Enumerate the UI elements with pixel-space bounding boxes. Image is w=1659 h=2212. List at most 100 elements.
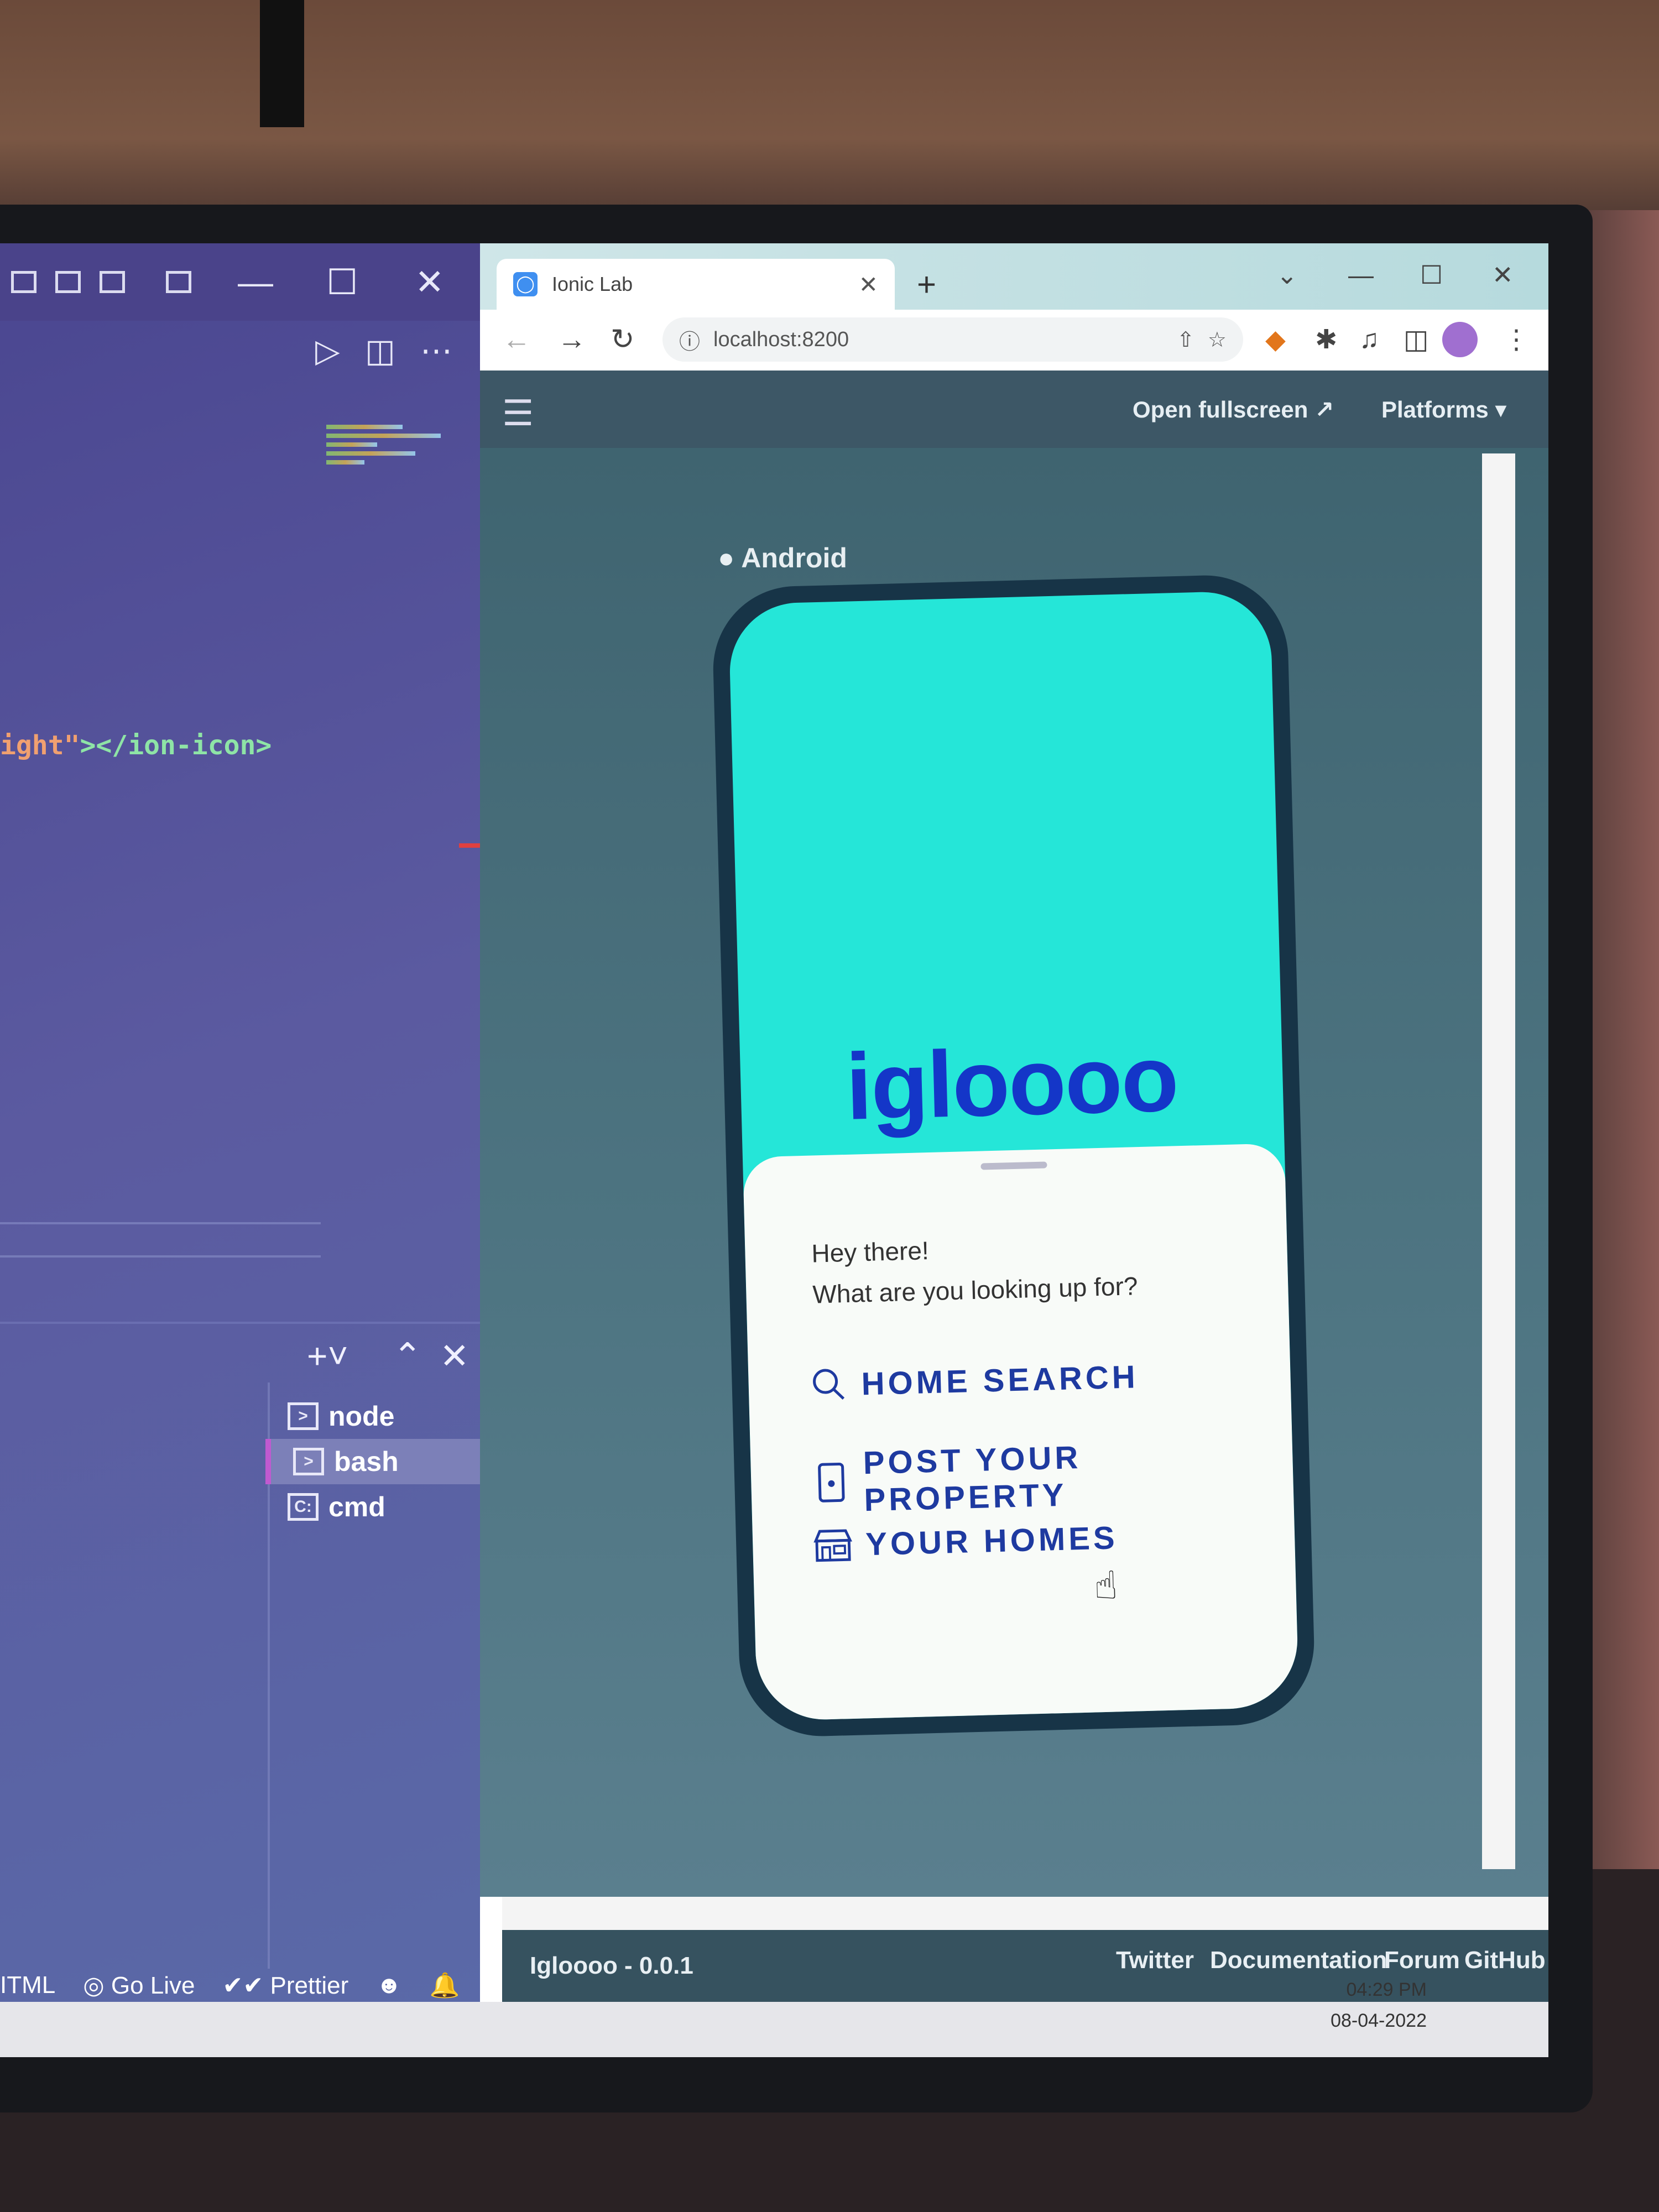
run-icon[interactable]: ▷ — [315, 332, 340, 369]
platform-label: ● Android — [718, 542, 847, 574]
terminal-label: node — [328, 1401, 395, 1432]
terminal-icon: > — [288, 1402, 319, 1430]
terminal-item-bash[interactable]: > bash — [265, 1439, 487, 1484]
feedback-icon[interactable]: ☻ — [376, 1971, 401, 1999]
post-property-button[interactable]: POST YOUR PROPERTY — [811, 1433, 1294, 1520]
language-mode[interactable]: ITML — [0, 1971, 55, 1999]
clock-time: 04:29 PM — [1346, 1979, 1427, 2000]
platform-name: Android — [741, 542, 847, 573]
close-panel-icon[interactable]: ✕ — [440, 1335, 469, 1377]
prettier-button[interactable]: ✔✔ Prettier — [223, 1971, 349, 2000]
media-control-icon[interactable]: ♫ — [1359, 324, 1379, 354]
tab-search-icon[interactable]: ⌄ — [1276, 260, 1298, 290]
terminal-list: > node > bash C: cmd — [265, 1394, 487, 1530]
os-taskbar — [0, 2002, 1548, 2057]
bottom-sheet: Hey there! What are you looking up for? … — [742, 1143, 1300, 1721]
hamburger-menu-icon[interactable]: ☰ — [502, 393, 534, 434]
go-live-button[interactable]: ◎ Go Live — [83, 1971, 195, 2000]
new-terminal-icon[interactable]: +˅ — [307, 1335, 348, 1376]
greeting: Hey there! What are you looking up for? — [811, 1224, 1139, 1314]
toggle-panel-icon[interactable] — [55, 271, 81, 293]
cmd-icon: C: — [288, 1493, 319, 1521]
split-editor-icon[interactable]: ◫ — [365, 332, 395, 369]
toggle-secondary-sidebar-icon[interactable] — [100, 271, 125, 293]
reload-icon[interactable]: ↻ — [611, 323, 635, 356]
caret-down-icon: ▾ — [1495, 397, 1507, 422]
back-icon[interactable]: ← — [502, 323, 531, 356]
app-version: Igloooo - 0.0.1 — [530, 1952, 693, 1979]
info-icon[interactable]: ⓘ — [679, 325, 700, 355]
panel-separator — [0, 1322, 487, 1324]
open-fullscreen-link[interactable]: Open fullscreen ↗ — [1133, 396, 1334, 423]
forward-icon[interactable]: → — [557, 323, 586, 356]
phone-icon — [811, 1462, 851, 1503]
taskbar-clock[interactable]: 04:29 PM 08-04-2022 — [1331, 1974, 1427, 2036]
home-search-button[interactable]: HOME SEARCH — [809, 1357, 1139, 1405]
browser-minimize-button[interactable]: — — [1348, 260, 1374, 290]
bookmark-star-icon[interactable]: ☆ — [1208, 327, 1227, 352]
app-title: igloooo — [844, 1026, 1179, 1140]
address-bar: ← → ↻ ⓘ localhost:8200 ⇧ ☆ ◆ ✱ ♫ ◫ ⋮ — [480, 310, 1548, 372]
background-wall — [0, 0, 1659, 232]
divider-line — [0, 1255, 321, 1258]
browser-close-button[interactable]: ✕ — [1492, 260, 1514, 290]
code-string: ight" — [0, 730, 80, 761]
open-fullscreen-label: Open fullscreen — [1133, 397, 1308, 422]
ionic-favicon-icon: ◯ — [513, 272, 538, 296]
browser-menu-icon[interactable]: ⋮ — [1503, 324, 1530, 355]
toggle-sidebar-icon[interactable] — [11, 271, 36, 293]
code-tag: ></ion-icon> — [80, 730, 272, 761]
side-panel-icon[interactable]: ◫ — [1404, 324, 1428, 355]
phone-screen: igloooo Hey there! What are you looking … — [728, 590, 1300, 1721]
post-property-label: POST YOUR PROPERTY — [862, 1439, 1082, 1519]
terminal-label: cmd — [328, 1491, 385, 1522]
profile-avatar[interactable] — [1442, 322, 1478, 357]
new-tab-button[interactable]: + — [917, 265, 936, 304]
browser-tab[interactable]: ◯ Ionic Lab ✕ — [497, 259, 895, 310]
footer-link-forum[interactable]: Forum — [1384, 1947, 1460, 1974]
platforms-label: Platforms — [1381, 397, 1489, 422]
tab-title: Ionic Lab — [552, 273, 633, 295]
footer-link-documentation[interactable]: Documentation — [1210, 1947, 1387, 1974]
phone-frame: igloooo Hey there! What are you looking … — [711, 573, 1317, 1739]
sheet-handle[interactable] — [980, 1161, 1047, 1170]
url-text: localhost:8200 — [713, 327, 849, 351]
search-icon — [809, 1365, 849, 1405]
terminal-item-cmd[interactable]: C: cmd — [265, 1484, 487, 1530]
maximize-button[interactable]: ☐ — [326, 260, 358, 304]
background-object — [260, 0, 304, 127]
platforms-dropdown[interactable]: Platforms ▾ — [1381, 396, 1506, 423]
browser-window: ◯ Ionic Lab ✕ + ⌄ — ☐ ✕ ← → ↻ ⓘ localhos… — [480, 243, 1548, 2002]
hand-cursor-icon: ☝ — [1093, 1563, 1119, 1608]
extensions-puzzle-icon[interactable]: ✱ — [1315, 324, 1337, 355]
more-actions-icon[interactable]: ⋯ — [420, 332, 452, 369]
browser-maximize-button[interactable]: ☐ — [1420, 260, 1443, 290]
code-line[interactable]: ight"></ion-icon> — [0, 730, 272, 761]
prettier-label: Prettier — [270, 1971, 349, 1999]
tab-close-icon[interactable]: ✕ — [859, 271, 878, 298]
your-homes-label: YOUR HOMES — [865, 1519, 1119, 1562]
ionic-lab-header: ☰ Open fullscreen ↗ Platforms ▾ — [480, 371, 1548, 448]
close-button[interactable]: ✕ — [415, 260, 445, 304]
monitor-screen: — ☐ ✕ ▷ ◫ ⋯ ight"></ion-icon> +˅ ⌃ ✕ > no… — [0, 243, 1548, 2057]
minimize-button[interactable]: — — [238, 260, 273, 304]
greeting-line-2: What are you looking up for? — [812, 1271, 1139, 1309]
your-homes-button[interactable]: YOUR HOMES — [813, 1518, 1118, 1564]
customize-layout-icon[interactable] — [166, 271, 191, 293]
horizontal-scrollbar[interactable] — [502, 1897, 1548, 1930]
code-editor: — ☐ ✕ ▷ ◫ ⋯ ight"></ion-icon> +˅ ⌃ ✕ > no… — [0, 243, 487, 2057]
divider-line — [0, 1222, 321, 1224]
footer-link-github[interactable]: GitHub — [1464, 1947, 1546, 1974]
clock-date: 08-04-2022 — [1331, 2010, 1427, 2031]
editor-toolbar: ▷ ◫ ⋯ — [0, 321, 487, 376]
terminal-item-node[interactable]: > node — [265, 1394, 487, 1439]
footer-link-twitter[interactable]: Twitter — [1116, 1947, 1194, 1974]
metamask-extension-icon[interactable]: ◆ — [1265, 324, 1286, 355]
share-icon[interactable]: ⇧ — [1177, 327, 1194, 352]
url-field[interactable]: ⓘ localhost:8200 ⇧ ☆ — [662, 317, 1243, 362]
maximize-panel-icon[interactable]: ⌃ — [393, 1335, 422, 1377]
bell-icon[interactable]: 🔔 — [430, 1971, 460, 2000]
home-search-label: HOME SEARCH — [860, 1358, 1139, 1402]
minimap[interactable] — [326, 420, 453, 498]
vertical-scrollbar[interactable] — [1482, 453, 1515, 1869]
